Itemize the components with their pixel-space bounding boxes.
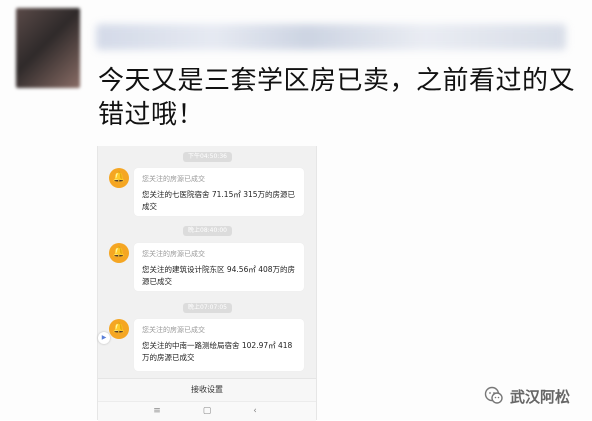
home-icon[interactable]: ▢ [200,405,214,417]
back-icon[interactable]: ‹ [248,405,262,417]
timestamp-pill: 下午04:50:36 [183,152,232,162]
notification-title: 您关注的房源已成交 [142,175,205,183]
wechat-icon [484,386,504,406]
play-icon[interactable]: ▶ [98,332,110,344]
bell-icon: 🔔 [109,319,129,339]
watermark-text: 武汉阿松 [510,387,571,406]
embedded-phone-screenshot: 下午04:50:36 🔔 您关注的房源已成交 您关注的七医院宿舍 71.15㎡ … [97,146,317,421]
notification-card[interactable]: 您关注的房源已成交 您关注的建筑设计院东区 94.56㎡ 408万的房源已成交 [134,243,304,291]
notification-title: 您关注的房源已成交 [142,326,205,334]
notification-card[interactable]: 您关注的房源已成交 您关注的中南一路测绘局宿舍 102.97㎡ 418万的房源已… [134,319,304,371]
timestamp-pill: 晚上08:40:00 [183,226,232,236]
bell-icon: 🔔 [109,243,129,263]
blurred-username [96,24,566,50]
watermark: 武汉阿松 [484,385,570,407]
notification-body: 您关注的七医院宿舍 71.15㎡ 315万的房源已成交 [142,190,296,211]
avatar[interactable] [16,8,80,88]
notification-title: 您关注的房源已成交 [142,250,205,258]
receive-settings-button[interactable]: 接收设置 [98,378,316,401]
post-text: 今天又是三套学区房已卖，之前看过的又错过哦！ [98,66,576,130]
timestamp-pill: 晚上07:07:05 [183,303,232,313]
android-nav-bar: ≡ ▢ ‹ [98,401,316,421]
notification-card[interactable]: 您关注的房源已成交 您关注的七医院宿舍 71.15㎡ 315万的房源已成交 [134,168,304,216]
notification-body: 您关注的中南一路测绘局宿舍 102.97㎡ 418万的房源已成交 [142,341,293,362]
notification-body: 您关注的建筑设计院东区 94.56㎡ 408万的房源已成交 [142,265,296,286]
bell-icon: 🔔 [109,168,129,188]
menu-icon[interactable]: ≡ [150,405,164,417]
